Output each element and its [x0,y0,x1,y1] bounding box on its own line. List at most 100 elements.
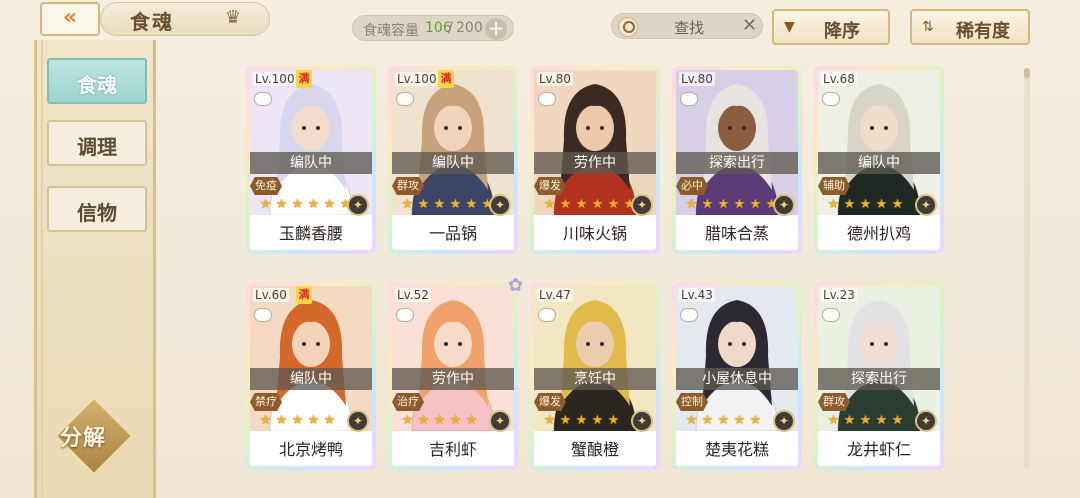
star-icon: ★ [401,413,414,428]
star-rating: ★ ★ ★ ★ ★ ★ [258,198,353,214]
top-bar: « 食魂 ♛ 食魂容量 106 / 200 + 查找 ✕ ▼ 降序 ⇅ 稀有度 [0,0,1080,45]
star-icon: ★ [323,413,336,428]
sort-rarity-button[interactable]: ⇅ 稀有度 [910,9,1030,45]
tab-tokens[interactable]: 信物 [47,186,147,232]
close-icon[interactable]: ✕ [742,15,757,36]
star-icon: ★ [875,197,888,212]
star-icon: ★ [275,197,288,212]
star-icon: ★ [449,197,462,212]
portrait-eye-left [302,342,306,346]
star-rating: ★ ★ ★ ★ ★ ★ [684,198,779,214]
card-level: Lv.68 [821,72,857,86]
scrollbar-thumb[interactable] [1024,68,1030,78]
search-box[interactable]: 查找 ✕ [611,13,763,39]
search-icon[interactable] [618,17,638,37]
star-icon: ★ [575,197,588,212]
decompose-button[interactable]: 分解 [54,396,134,476]
tab-food-soul[interactable]: 食魂 [47,58,147,104]
star-icon: ★ [433,197,446,212]
chat-bubble-icon[interactable] [254,308,272,322]
element-icon: ✦ [631,194,653,216]
back-button[interactable]: « [40,2,100,36]
portrait-eye-right [884,126,888,130]
star-icon: ★ [859,413,872,428]
food-soul-card[interactable]: Lv.80 探索出行 必中 ★ ★ ★ ★ ★ ★ ✦ 腊味合蒸 [672,66,802,254]
crown-icon[interactable]: ♛ [222,8,244,28]
scrollbar-track[interactable] [1024,68,1030,468]
portrait-face [292,105,330,151]
role-tag: 爆发 [534,177,566,195]
element-icon: ✦ [489,410,511,432]
portrait-eye-left [586,342,590,346]
chat-bubble-icon[interactable] [396,308,414,322]
food-soul-card[interactable]: Lv.52 劳作中 治疗 ★ ★ ★ ★ ★ ✦ 吉利虾 [388,282,518,470]
sort-descending-button[interactable]: ▼ 降序 [772,9,890,45]
portrait-face [434,105,472,151]
food-soul-card[interactable]: Lv.100 满 编队中 群攻 ★ ★ ★ ★ ★ ★ ✦ 一品锅 [388,66,518,254]
card-level: Lv.80 [537,72,573,86]
portrait-face [860,321,898,367]
element-icon: ✦ [773,194,795,216]
page-title: 食魂 [130,10,174,34]
portrait-eye-left [444,342,448,346]
chat-bubble-icon[interactable] [822,308,840,322]
star-rating: ★ ★ ★ ★ ★ [826,198,905,214]
star-rating: ★ ★ ★ ★ ★ ★ [542,198,637,214]
card-inner: Lv.80 劳作中 爆发 ★ ★ ★ ★ ★ ★ ✦ 川味火锅 [534,70,656,250]
food-soul-card[interactable]: Lv.43 小屋休息中 控制 ★ ★ ★ ★ ★ ✦ 楚夷花糕 [672,282,802,470]
chat-bubble-icon[interactable] [680,308,698,322]
food-soul-card[interactable]: Lv.60 满 编队中 禁疗 ★ ★ ★ ★ ★ ✦ 北京烤鸭 [246,282,376,470]
chat-bubble-icon[interactable] [396,92,414,106]
food-soul-card[interactable]: Lv.23 探索出行 群攻 ★ ★ ★ ★ ★ ✦ 龙井虾仁 [814,282,944,470]
star-icon: ★ [685,413,698,428]
role-tag: 免疫 [250,177,282,195]
star-icon: ★ [717,413,730,428]
portrait-eye-left [728,342,732,346]
portrait-eye-right [316,126,320,130]
star-rating: ★ ★ ★ ★ ★ [684,414,763,430]
card-name: 龙井虾仁 [818,433,940,466]
role-tag: 禁疗 [250,393,282,411]
sort-descending-label: 降序 [824,21,860,42]
chat-bubble-icon[interactable] [538,92,556,106]
star-icon: ★ [607,197,620,212]
card-level: Lv.47 [537,288,573,302]
card-name: 楚夷花糕 [676,433,798,466]
food-soul-card[interactable]: Lv.68 编队中 辅助 ★ ★ ★ ★ ★ ✦ 德州扒鸡 [814,66,944,254]
portrait-eye-left [586,126,590,130]
capacity-add-button[interactable]: + [485,18,507,40]
portrait-eye-right [600,342,604,346]
star-icon: ★ [733,197,746,212]
card-level: Lv.43 [679,288,715,302]
chat-bubble-icon[interactable] [680,92,698,106]
star-icon: ★ [465,197,478,212]
portrait-eye-right [884,342,888,346]
food-soul-card[interactable]: Lv.47 烹饪中 爆发 ★ ★ ★ ★ ★ ✦ 蟹酿橙 [530,282,660,470]
element-icon: ✦ [631,410,653,432]
food-soul-card[interactable]: Lv.100 满 编队中 免疫 ★ ★ ★ ★ ★ ★ ✦ 玉麟香腰 [246,66,376,254]
star-icon: ★ [307,413,320,428]
max-level-badge: 满 [438,70,454,88]
chat-bubble-icon[interactable] [822,92,840,106]
chat-bubble-icon[interactable] [254,92,272,106]
role-tag: 治疗 [392,393,424,411]
card-name: 川味火锅 [534,217,656,250]
role-tag: 群攻 [392,177,424,195]
star-icon: ★ [291,197,304,212]
card-name: 北京烤鸭 [250,433,372,466]
element-icon: ✦ [489,194,511,216]
role-tag: 爆发 [534,393,566,411]
star-icon: ★ [827,413,840,428]
star-icon: ★ [323,197,336,212]
tab-food-soul-label: 食魂 [77,73,117,97]
card-inner: Lv.80 探索出行 必中 ★ ★ ★ ★ ★ ★ ✦ 腊味合蒸 [676,70,798,250]
portrait-face [860,105,898,151]
star-rating: ★ ★ ★ ★ ★ [258,414,337,430]
star-icon: ★ [875,413,888,428]
tab-conditioning[interactable]: 调理 [47,120,147,166]
food-soul-card[interactable]: Lv.80 劳作中 爆发 ★ ★ ★ ★ ★ ★ ✦ 川味火锅 [530,66,660,254]
chat-bubble-icon[interactable] [538,308,556,322]
card-name: 吉利虾 [392,433,514,466]
portrait-face [292,321,330,367]
star-icon: ★ [259,413,272,428]
